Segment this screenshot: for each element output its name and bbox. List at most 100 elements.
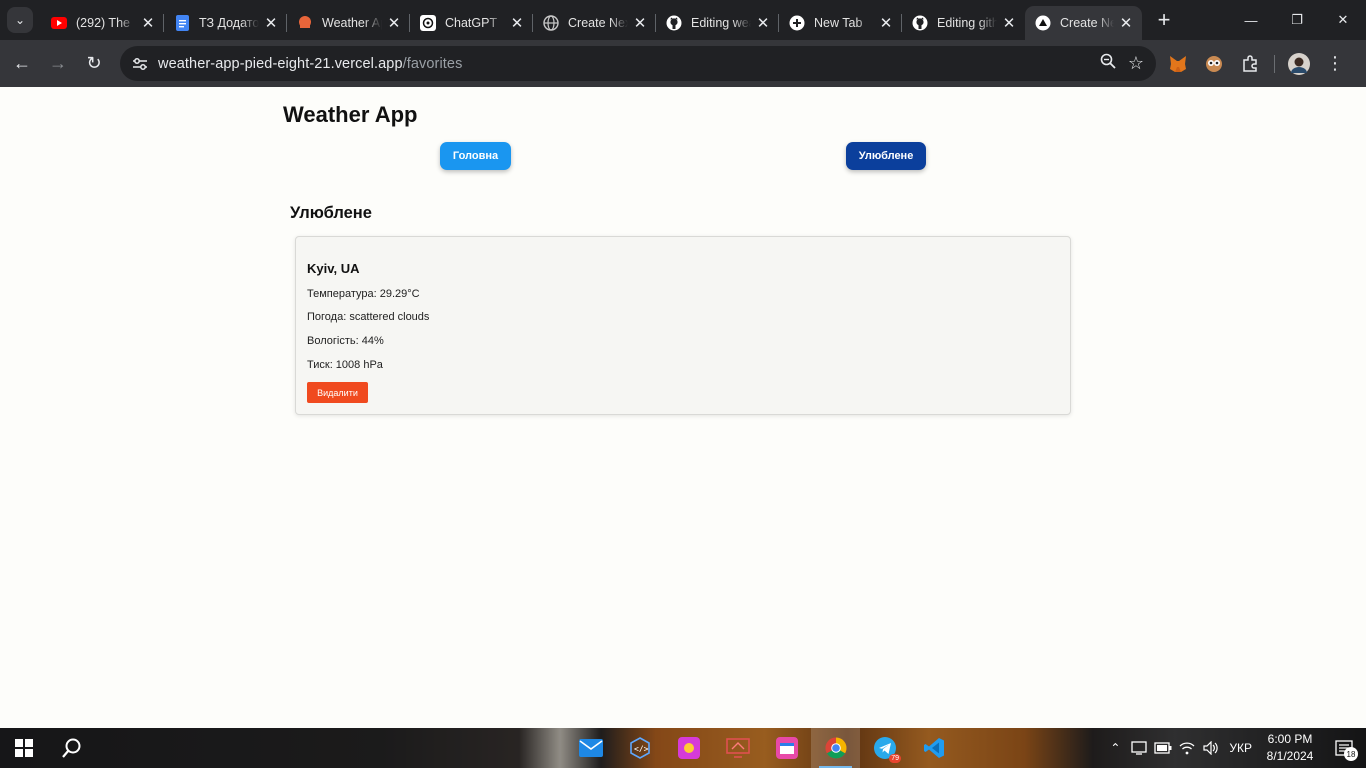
new-tab-button[interactable]: + [1150,6,1178,34]
tab-title: Weather App [322,16,382,30]
start-button[interactable] [4,728,44,768]
paint-icon [677,737,700,759]
tab-chatgpt[interactable]: ChatGPT ✕ [410,6,533,40]
zoom-icon[interactable] [1100,53,1116,74]
plus-icon: + [1157,7,1171,32]
pressure-text: Тиск: 1008 hPa [307,359,383,371]
youtube-icon [51,15,67,31]
new-tab-icon [789,15,805,31]
browser-toolbar: ← → ↻ weather-app-pied-eight-21.vercel.a… [0,40,1366,87]
tab-new-tab[interactable]: New Tab ✕ [779,6,902,40]
address-bar[interactable]: weather-app-pied-eight-21.vercel.app/fav… [120,46,1156,81]
tab-google-docs[interactable]: ТЗ Додаток ✕ [164,6,287,40]
city-name: Kyiv, UA [307,261,360,276]
clock[interactable]: 6:00 PM 8/1/2024 [1264,731,1316,765]
tab-create-next-app-active[interactable]: Create Next App ✕ [1025,6,1142,40]
forward-button[interactable]: → [41,47,75,81]
back-button[interactable]: ← [5,47,39,81]
chevron-down-icon: ⌄ [14,13,26,27]
section-title: Улюблене [290,204,372,222]
taskbar-app-vscode[interactable] [909,728,958,768]
close-icon[interactable]: ✕ [1118,15,1134,32]
battery-icon[interactable] [1151,742,1175,754]
close-icon[interactable]: ✕ [632,15,648,32]
more-menu-icon[interactable]: ⋮ [1323,52,1347,76]
notification-count: 18 [1344,747,1358,761]
tab-create-next-app[interactable]: Create Next App ✕ [533,6,656,40]
display-icon[interactable] [1127,741,1151,755]
tab-weather-app[interactable]: Weather App ✕ [287,6,410,40]
delete-button[interactable]: Видалити [307,382,368,403]
owl-extension-icon[interactable] [1202,52,1226,76]
close-icon[interactable]: ✕ [386,15,402,32]
close-icon[interactable]: ✕ [263,15,279,32]
github-icon [666,15,682,31]
chevron-up-icon[interactable]: ⌃ [1103,741,1127,755]
url-path: /favorites [402,55,463,72]
tab-github-editing[interactable]: Editing weather-app ✕ [656,6,779,40]
globe-icon [543,15,559,31]
restore-icon: ❐ [1291,12,1303,27]
close-window-button[interactable]: ✕ [1320,0,1366,40]
close-icon[interactable]: ✕ [140,15,156,32]
tab-title: New Tab [814,16,863,30]
tab-title: ChatGPT [445,16,498,30]
close-icon[interactable]: ✕ [1001,15,1017,32]
extensions-area: ⋮ [1166,40,1347,87]
search-icon [62,738,81,758]
address-bar-actions: ☆ [1100,46,1144,81]
input-language[interactable]: УКР [1229,741,1252,755]
tab-title: Editing weather-app [691,16,751,30]
tab-search-button[interactable]: ⌄ [7,7,33,33]
google-docs-icon [174,15,190,31]
arrow-right-icon: → [49,53,67,73]
taskbar-app-paint[interactable] [664,728,713,768]
taskbar-app-calendar[interactable] [762,728,811,768]
telegram-badge: 79 [889,754,901,763]
tab-github-editing-2[interactable]: Editing github ✕ [902,6,1025,40]
toolbar-divider [1274,54,1275,73]
home-button[interactable]: Головна [440,142,511,170]
arrow-left-icon: ← [13,53,31,73]
system-tray: ⌃ УКР 6:00 PM 8/1/2024 18 [1103,728,1366,768]
bookmark-star-icon[interactable]: ☆ [1128,53,1144,74]
url-host: weather-app-pied-eight-21.vercel.app [158,55,403,72]
taskbar-app-code-editor[interactable]: </> [615,728,664,768]
tab-title: Editing github [937,16,997,30]
wifi-icon[interactable] [1175,741,1199,755]
metamask-icon[interactable] [1166,52,1190,76]
tab-title: Create Next App [568,16,628,30]
notification-center-button[interactable]: 18 [1330,728,1358,768]
close-icon[interactable]: ✕ [509,15,525,32]
windows-taskbar: </> 79 ⌃ УКР 6:00 PM 8/1/2024 18 [0,728,1366,768]
restore-button[interactable]: ❐ [1274,0,1320,40]
reload-button[interactable]: ↻ [77,47,111,81]
profile-avatar[interactable] [1287,52,1311,76]
window-controls: — ❐ ✕ [1228,0,1366,40]
site-info-icon[interactable] [124,57,156,71]
calendar-icon [775,737,798,759]
chrome-icon [825,737,846,759]
tab-youtube[interactable]: (292) The ✕ [41,6,164,40]
favorite-city-card: Kyiv, UA Температура: 29.29°C Погода: sc… [295,236,1071,415]
app-title: Weather App [283,102,418,127]
close-icon[interactable]: ✕ [878,15,894,32]
tab-list: (292) The ✕ ТЗ Додаток ✕ Weather App ✕ C… [41,0,1142,40]
minimize-button[interactable]: — [1228,0,1274,40]
taskbar-app-mail[interactable] [566,728,615,768]
taskbar-app-telegram[interactable]: 79 [860,728,909,768]
tab-title: Create Next App [1060,16,1114,30]
browser-tab-strip: ⌄ (292) The ✕ ТЗ Додаток ✕ Weather App ✕ [0,0,1366,40]
favorites-button[interactable]: Улюблене [846,142,926,170]
taskbar-apps: </> 79 [566,728,958,768]
taskbar-app-remote-desktop[interactable] [713,728,762,768]
clock-date: 8/1/2024 [1266,749,1314,763]
close-icon[interactable]: ✕ [755,15,771,32]
weather-text: Погода: scattered clouds [307,311,430,323]
reload-icon: ↻ [86,53,102,73]
volume-icon[interactable] [1199,741,1223,755]
taskbar-search-button[interactable] [52,728,92,768]
puzzle-extensions-icon[interactable] [1238,52,1262,76]
taskbar-app-chrome[interactable] [811,728,860,768]
windows-icon [15,739,33,757]
